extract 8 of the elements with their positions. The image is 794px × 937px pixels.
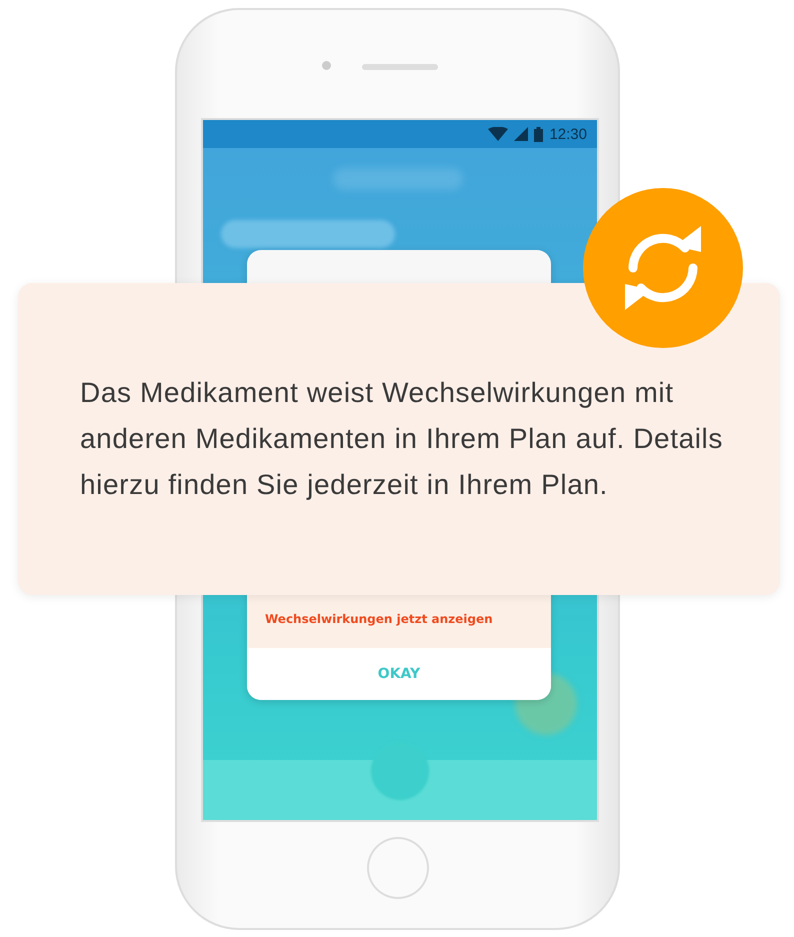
callout-text: Das Medikament weist Wechselwirkungen mit anderen Medikamenten in Ihrem Plan auf. Details hierzu finden Sie jederzeit in Ihrem Plan. — [80, 376, 724, 502]
signal-icon — [514, 127, 528, 141]
show-interactions-link[interactable]: Wechselwirkungen jetzt anzeigen — [265, 612, 493, 626]
status-time: 12:30 — [549, 126, 587, 142]
camera-dot — [322, 61, 331, 70]
battery-icon — [534, 126, 544, 142]
wifi-icon — [488, 127, 508, 141]
okay-button[interactable]: OKAY — [247, 648, 551, 700]
